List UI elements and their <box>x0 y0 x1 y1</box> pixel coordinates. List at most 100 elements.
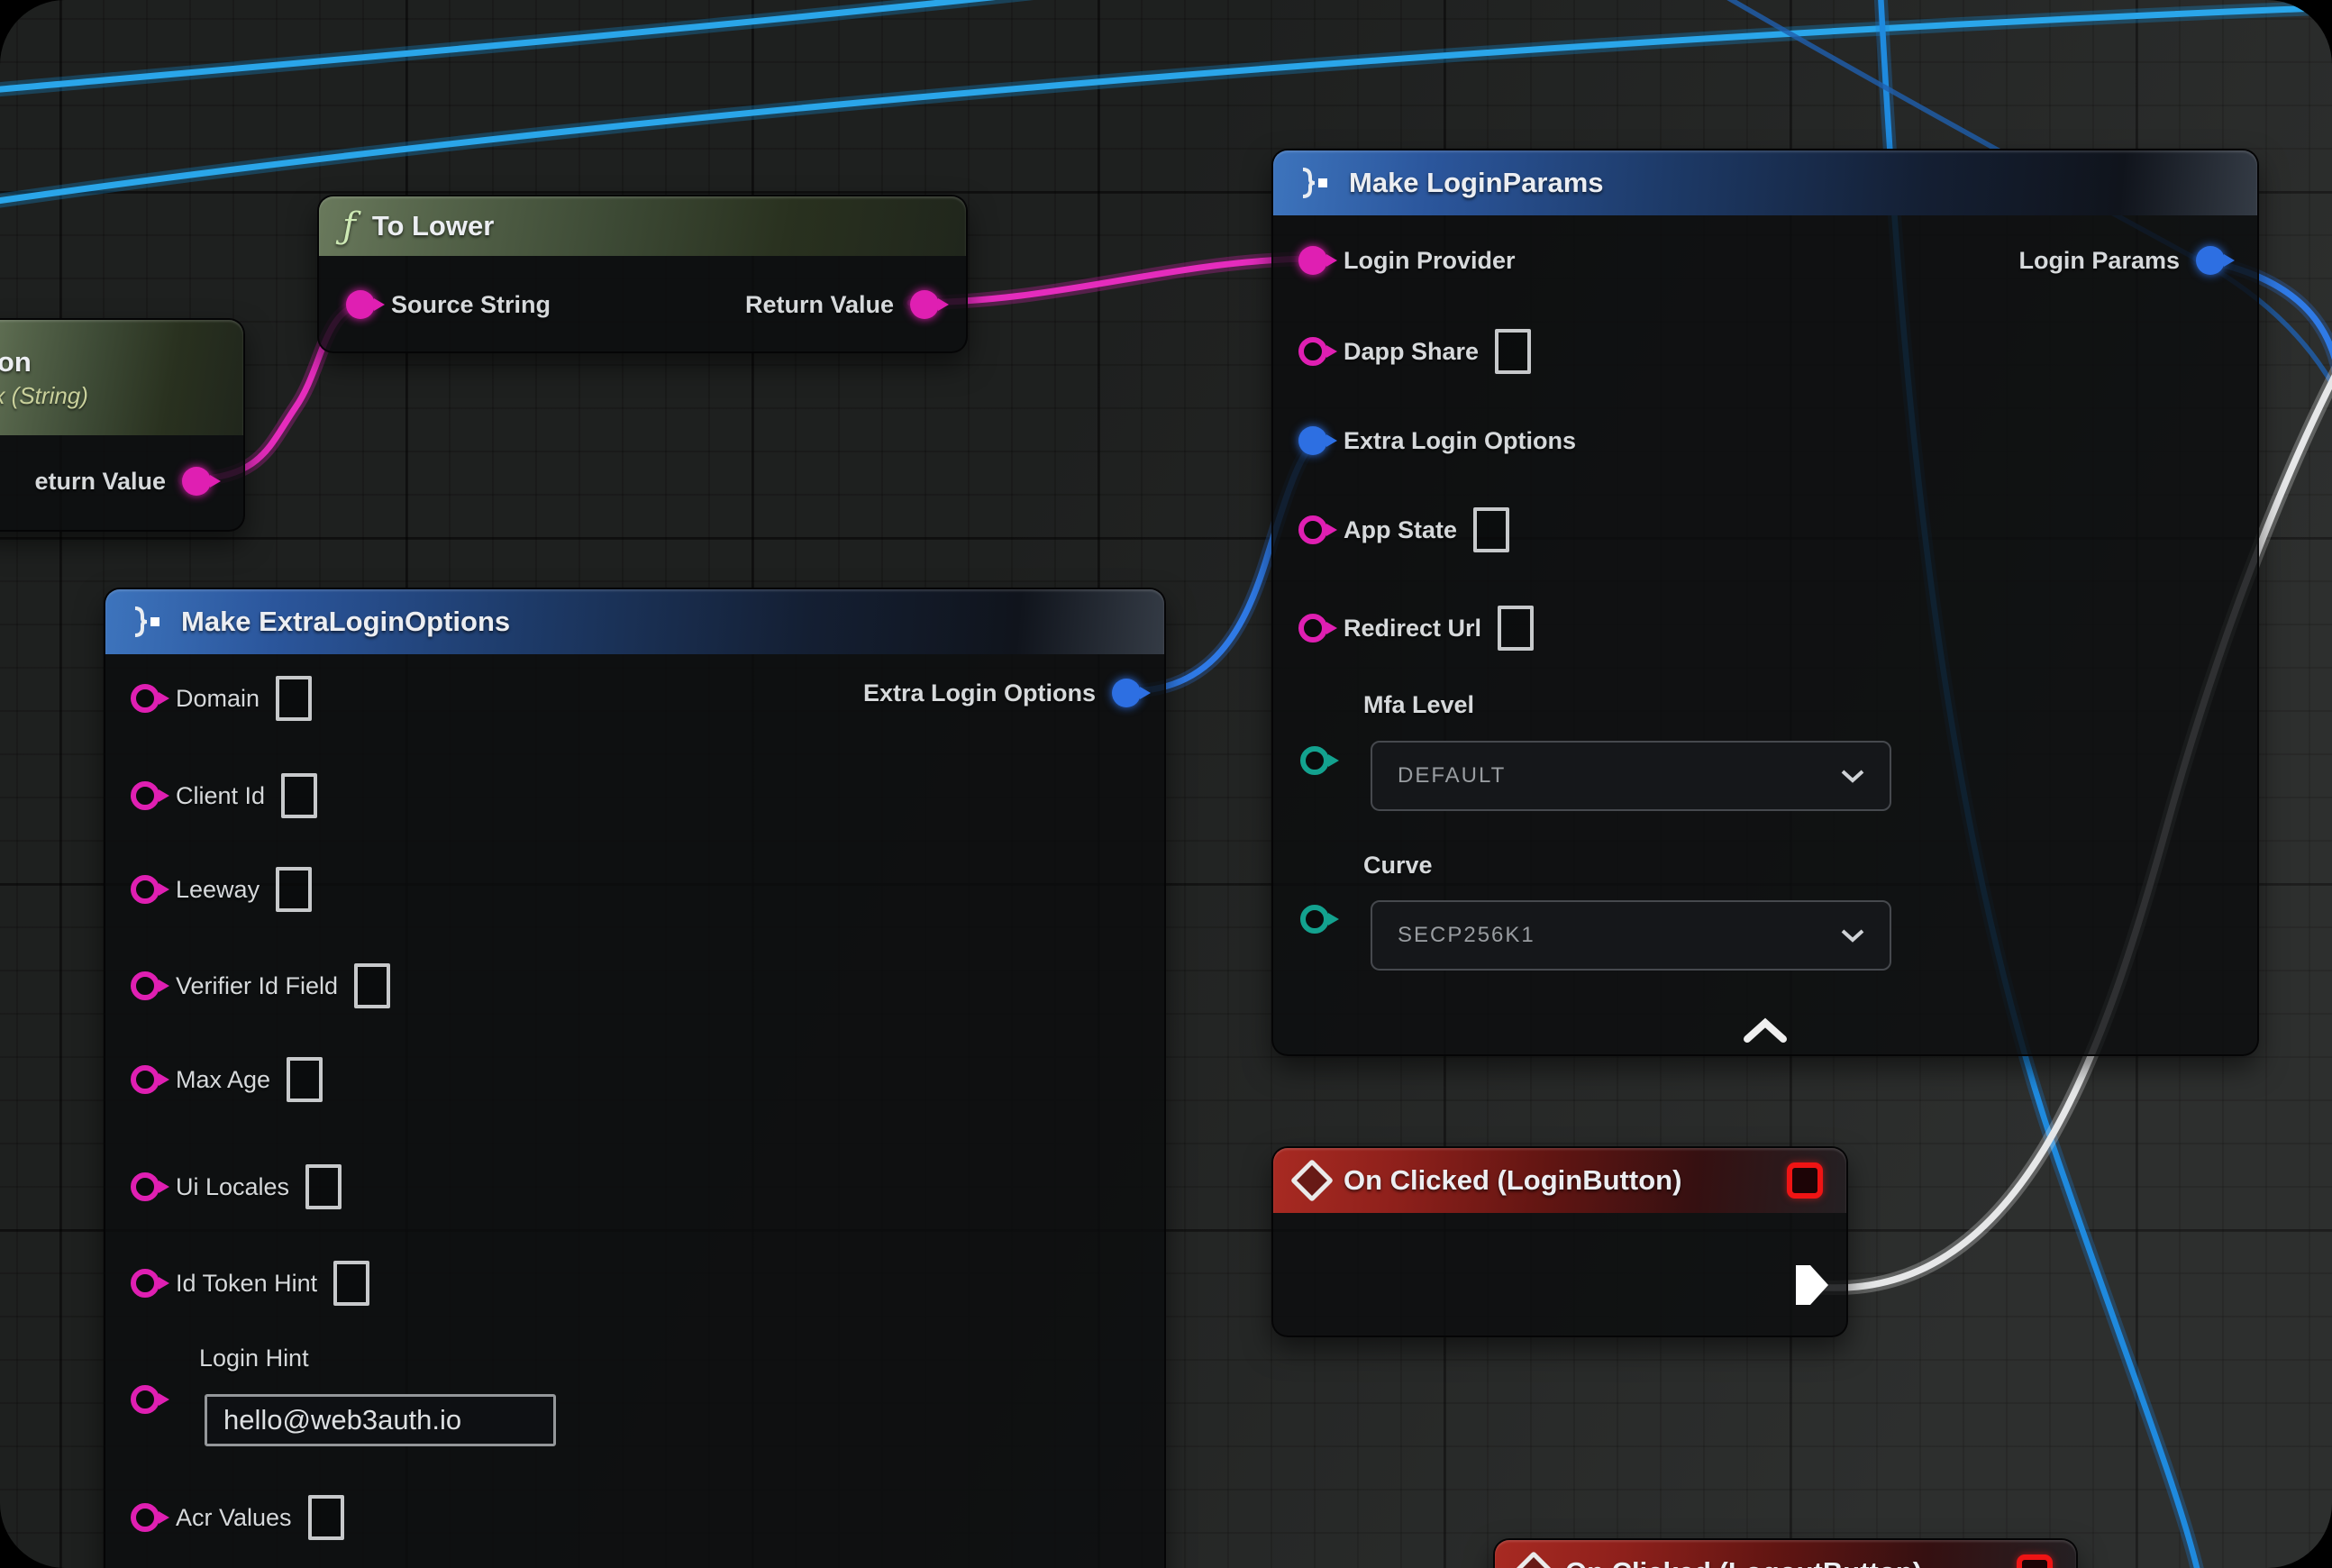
curve-value: SECP256K1 <box>1398 923 1535 948</box>
chevron-down-icon <box>1841 770 1864 783</box>
pin-label: Client Id <box>176 782 265 810</box>
text-entry-box[interactable] <box>276 867 312 912</box>
node-make-extra-login-options[interactable]: Make ExtraLoginOptions Domain Client Id … <box>104 588 1166 1568</box>
text-entry-box[interactable] <box>308 1495 344 1540</box>
login-hint-input[interactable]: hello@web3auth.io <box>205 1394 556 1446</box>
chevron-up-icon[interactable] <box>1740 1017 1790 1044</box>
text-entry-box[interactable] <box>281 773 317 818</box>
node-title: Make LoginParams <box>1349 167 1604 199</box>
pin-label: App State <box>1344 516 1457 544</box>
pin-row-source-string: Source String <box>346 282 551 327</box>
string-input-pin[interactable] <box>131 971 159 1000</box>
function-f-icon: ƒ <box>342 208 356 244</box>
pin-row-id-token-hint: Id Token Hint <box>131 1261 369 1306</box>
text-entry-box[interactable] <box>333 1261 369 1306</box>
pin-label: Max Age <box>176 1066 270 1094</box>
pin-row-login-hint <box>131 1377 159 1422</box>
text-entry-box[interactable] <box>1473 507 1509 552</box>
make-struct-icon <box>129 606 165 637</box>
node-on-clicked-logout-button[interactable]: On Clicked (LogoutButton) <box>1493 1538 2078 1568</box>
enum-input-pin[interactable] <box>1300 746 1329 775</box>
pin-label: Acr Values <box>176 1504 292 1532</box>
node-header[interactable]: tion ox (String) <box>0 320 243 435</box>
node-header[interactable]: On Clicked (LogoutButton) <box>1495 1540 2076 1568</box>
struct-output-pin[interactable] <box>1112 679 1141 707</box>
string-input-pin[interactable] <box>131 1269 159 1298</box>
pin-row-extra-login-options-in: Extra Login Options <box>1298 418 1576 463</box>
event-diamond-icon <box>1512 1551 1555 1568</box>
string-input-pin[interactable] <box>131 1503 159 1532</box>
struct-input-pin[interactable] <box>1298 426 1327 455</box>
pin-row-login-params-out: Login Params <box>2018 238 2225 283</box>
string-input-pin[interactable] <box>131 875 159 904</box>
pin-row-curve <box>1300 897 1329 942</box>
text-entry-box[interactable] <box>354 963 390 1008</box>
pin-label: Leeway <box>176 876 260 904</box>
string-input-pin[interactable] <box>131 684 159 713</box>
text-entry-box[interactable] <box>276 676 312 721</box>
chevron-down-icon <box>1841 929 1864 943</box>
node-header[interactable]: ƒ To Lower <box>319 196 966 256</box>
node-title: On Clicked (LogoutButton) <box>1565 1556 1922 1568</box>
pin-row-login-provider: Login Provider <box>1298 238 1516 283</box>
pin-label: Verifier Id Field <box>176 972 338 1000</box>
pin-label: Extra Login Options <box>863 679 1096 707</box>
node-to-lower[interactable]: ƒ To Lower Source String Return Value <box>317 195 968 353</box>
string-input-pin[interactable] <box>131 781 159 810</box>
pin-row-verifier-id-field: Verifier Id Field <box>131 963 390 1008</box>
pin-row-domain: Domain <box>131 676 312 721</box>
pin-label-login-hint: Login Hint <box>199 1345 309 1372</box>
node-header[interactable]: Make ExtraLoginOptions <box>105 589 1164 654</box>
pin-row-ui-locales: Ui Locales <box>131 1164 342 1209</box>
pin-row-extra-login-options-out: Extra Login Options <box>863 670 1141 716</box>
login-hint-value: hello@web3auth.io <box>223 1404 461 1436</box>
node-make-login-params[interactable]: Make LoginParams Login Provider Dapp Sha… <box>1271 149 2259 1056</box>
string-input-pin[interactable] <box>131 1065 159 1094</box>
node-get-text-partial[interactable]: tion ox (String) eturn Value <box>0 318 245 532</box>
pin-row-redirect-url: Redirect Url <box>1298 606 1534 651</box>
node-header[interactable]: On Clicked (LoginButton) <box>1273 1148 1846 1213</box>
text-entry-box[interactable] <box>1498 606 1534 651</box>
struct-output-pin[interactable] <box>2196 246 2225 275</box>
event-diamond-icon <box>1290 1159 1334 1202</box>
string-input-pin[interactable] <box>1298 337 1327 366</box>
exec-output-pin[interactable] <box>1794 1263 1830 1307</box>
text-entry-box[interactable] <box>287 1057 323 1102</box>
mfa-level-dropdown[interactable]: DEFAULT <box>1371 741 1891 811</box>
string-input-pin[interactable] <box>1298 515 1327 544</box>
node-title: To Lower <box>372 210 494 242</box>
pin-label: Redirect Url <box>1344 615 1481 643</box>
string-input-pin[interactable] <box>131 1172 159 1201</box>
pin-row-app-state: App State <box>1298 507 1509 552</box>
string-input-pin[interactable] <box>131 1385 159 1414</box>
pin-row-leeway: Leeway <box>131 867 312 912</box>
blueprint-canvas[interactable]: tion ox (String) eturn Value ƒ To Lower … <box>0 0 2332 1568</box>
string-output-pin[interactable] <box>910 290 939 319</box>
enum-input-pin[interactable] <box>1300 905 1329 934</box>
pin-label: Id Token Hint <box>176 1270 317 1298</box>
pin-label: Extra Login Options <box>1344 427 1576 455</box>
node-subtitle: ox (String) <box>0 382 88 410</box>
pin-row-client-id: Client Id <box>131 773 317 818</box>
pin-label: eturn Value <box>34 468 166 496</box>
node-header[interactable]: Make LoginParams <box>1273 150 2257 215</box>
enum-label-curve: Curve <box>1363 852 1433 880</box>
pin-label: Login Params <box>2018 247 2180 275</box>
pin-row-max-age: Max Age <box>131 1057 323 1102</box>
pin-row-acr-values: Acr Values <box>131 1495 344 1540</box>
text-entry-box[interactable] <box>305 1164 342 1209</box>
string-input-pin[interactable] <box>346 290 375 319</box>
pin-label: Source String <box>391 291 551 319</box>
string-input-pin[interactable] <box>1298 614 1327 643</box>
pin-row-dapp-share: Dapp Share <box>1298 329 1531 374</box>
text-entry-box[interactable] <box>1495 329 1531 374</box>
pin-row-return-value: eturn Value <box>34 459 211 504</box>
pin-label: Login Provider <box>1344 247 1516 275</box>
node-on-clicked-login-button[interactable]: On Clicked (LoginButton) <box>1271 1146 1848 1337</box>
string-output-pin[interactable] <box>182 467 211 496</box>
make-struct-icon <box>1297 168 1333 198</box>
curve-dropdown[interactable]: SECP256K1 <box>1371 900 1891 971</box>
string-input-pin[interactable] <box>1298 246 1327 275</box>
delegate-red-square-icon <box>2017 1554 2053 1568</box>
pin-label: Domain <box>176 685 260 713</box>
